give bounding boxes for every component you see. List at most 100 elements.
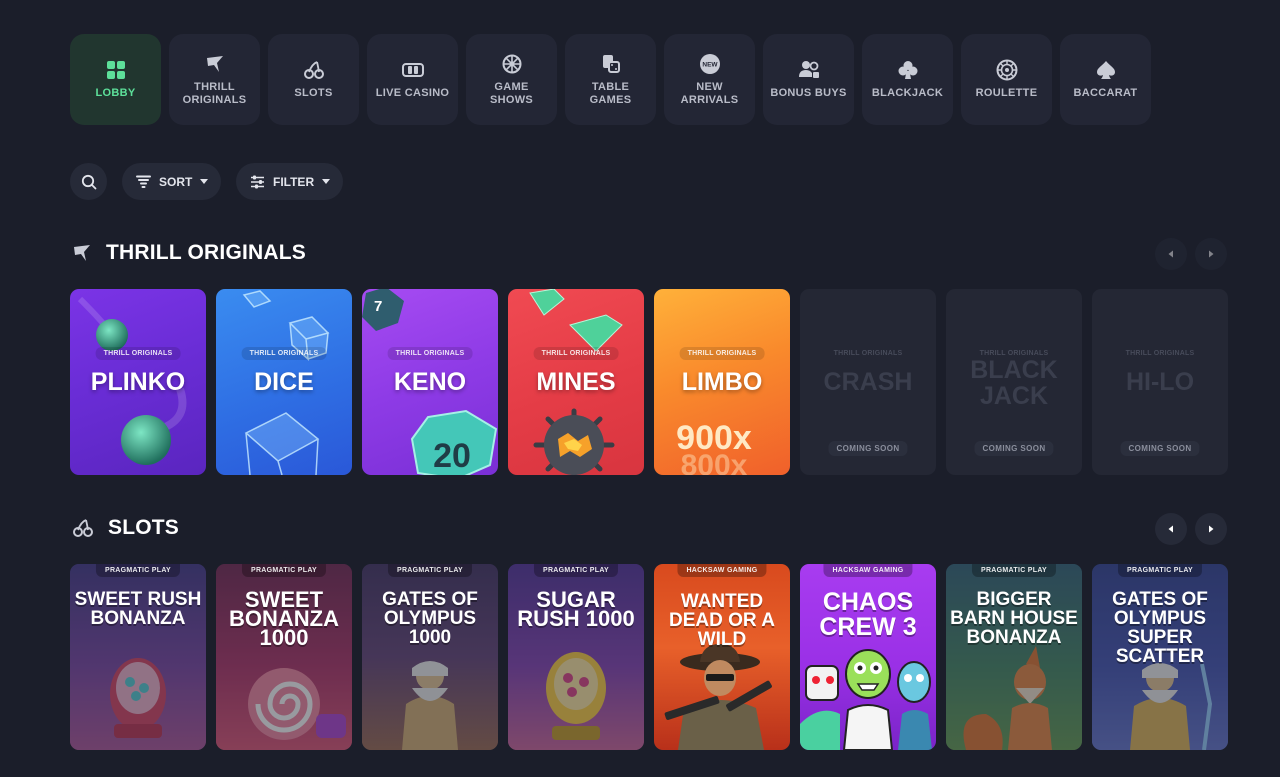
category-label: SLOTS — [294, 87, 333, 99]
category-label: GAME SHOWS — [489, 80, 534, 106]
slot-title: WANTED DEAD OR A WILD — [669, 591, 775, 650]
card-name: DICE — [254, 368, 314, 396]
filter-button[interactable]: FILTER — [236, 163, 343, 200]
search-icon — [81, 174, 97, 190]
carousel-prev-button[interactable] — [1155, 238, 1187, 270]
thrill-logo-icon — [205, 53, 225, 75]
slot-title: SWEET BONANZA 1000 — [229, 587, 339, 650]
game-card-blackjack[interactable]: THRILL ORIGINALS BLACK JACK COMING SOON — [946, 289, 1082, 475]
card-tag: THRILL ORIGINALS — [1125, 350, 1195, 357]
game-card-plinko[interactable]: THRILL ORIGINALS PLINKO — [70, 289, 206, 475]
card-name: MINES — [536, 368, 616, 396]
category-nav: LOBBY THRILL ORIGINALS SLOTS LIVE CASINO… — [70, 34, 1151, 125]
slot-card-sweet-rush-bonanza[interactable]: PRAGMATIC PLAY SWEET RUSH BONANZA — [70, 564, 206, 750]
thrill-originals-header: THRILL ORIGINALS — [72, 241, 306, 265]
card-tag: THRILL ORIGINALS — [95, 347, 181, 360]
category-new-arrivals[interactable]: NEW NEW ARRIVALS — [664, 34, 755, 125]
slot-title: BIGGER BARN HOUSE BONANZA — [950, 589, 1078, 648]
grid-icon — [106, 59, 126, 81]
card-tag: THRILL ORIGINALS — [241, 347, 327, 360]
card-name: KENO — [393, 368, 467, 396]
category-label: LOBBY — [95, 87, 136, 99]
search-button[interactable] — [70, 163, 107, 200]
category-label: BLACKJACK — [871, 87, 944, 99]
new-badge-icon: NEW — [699, 53, 721, 75]
chevron-left-icon — [1168, 250, 1173, 258]
game-card-dice[interactable]: THRILL ORIGINALS DICE — [216, 289, 352, 475]
category-blackjack[interactable]: BLACKJACK — [862, 34, 953, 125]
sort-icon — [136, 175, 151, 188]
chevron-right-icon — [1209, 525, 1214, 533]
bonus-buys-icon — [798, 59, 820, 81]
category-roulette[interactable]: ROULETTE — [961, 34, 1052, 125]
keno-corner-number: 7 — [374, 298, 382, 315]
card-name: BLACK JACK — [970, 356, 1058, 410]
category-lobby[interactable]: LOBBY — [70, 34, 161, 125]
originals-carousel-arrows — [1155, 238, 1227, 270]
new-badge-text: NEW — [702, 61, 718, 68]
slot-title: SUGAR RUSH 1000 — [517, 587, 635, 631]
card-name: CRASH — [823, 368, 913, 396]
coming-soon-badge: COMING SOON — [974, 441, 1054, 456]
slot-card-gates-of-olympus-super-scatter[interactable]: PRAGMATIC PLAY GATES OF OLYMPUS SUPER SC… — [1092, 564, 1228, 750]
card-name: HI-LO — [1125, 368, 1195, 396]
category-baccarat[interactable]: BACCARAT — [1060, 34, 1151, 125]
filter-label: FILTER — [273, 174, 315, 189]
sort-label: SORT — [159, 174, 193, 189]
provider-badge: HACKSAW GAMING — [677, 564, 767, 577]
card-name: PLINKO — [90, 368, 186, 396]
coming-soon-badge: COMING SOON — [828, 441, 908, 456]
category-table-games[interactable]: TABLE GAMES — [565, 34, 656, 125]
provider-badge: PRAGMATIC PLAY — [241, 564, 327, 577]
game-card-crash[interactable]: THRILL ORIGINALS CRASH COMING SOON — [800, 289, 936, 475]
filter-sliders-icon — [250, 175, 265, 189]
carousel-prev-button[interactable] — [1155, 513, 1187, 545]
slot-card-sugar-rush-1000[interactable]: PRAGMATIC PLAY SUGAR RUSH 1000 — [508, 564, 644, 750]
category-label: TABLE GAMES — [589, 80, 632, 106]
game-card-limbo[interactable]: 900x 800x THRILL ORIGINALS LIMBO — [654, 289, 790, 475]
caret-down-icon — [322, 179, 331, 184]
card-tag: THRILL ORIGINALS — [833, 350, 903, 357]
spade-icon — [1096, 59, 1116, 81]
cherries-icon — [72, 518, 94, 538]
slot-card-wanted-dead-or-a-wild[interactable]: HACKSAW GAMING WANTED DEAD OR A WILD — [654, 564, 790, 750]
card-name: LIMBO — [681, 368, 763, 396]
category-bonus-buys[interactable]: BONUS BUYS — [763, 34, 854, 125]
carousel-next-button[interactable] — [1195, 238, 1227, 270]
originals-row: THRILL ORIGINALS PLINKO THRILL ORIGINALS… — [70, 289, 1228, 475]
provider-badge: PRAGMATIC PLAY — [971, 564, 1057, 577]
caret-down-icon — [200, 179, 209, 184]
category-thrill-originals[interactable]: THRILL ORIGINALS — [169, 34, 260, 125]
game-card-mines[interactable]: THRILL ORIGINALS MINES — [508, 289, 644, 475]
slots-header: SLOTS — [72, 516, 179, 540]
game-card-hi-lo[interactable]: THRILL ORIGINALS HI-LO COMING SOON — [1092, 289, 1228, 475]
carousel-next-button[interactable] — [1195, 513, 1227, 545]
game-card-keno[interactable]: 7 20 THRILL ORIGINALS KENO — [362, 289, 498, 475]
chevron-right-icon — [1209, 250, 1214, 258]
category-label: LIVE CASINO — [375, 87, 450, 99]
limbo-multiplier-sub: 800x — [681, 449, 748, 475]
slot-card-chaos-crew-3[interactable]: HACKSAW GAMING CHAOS CREW 3 — [800, 564, 936, 750]
category-game-shows[interactable]: GAME SHOWS — [466, 34, 557, 125]
live-cards-icon — [401, 59, 424, 81]
slot-title: GATES OF OLYMPUS 1000 — [382, 589, 478, 648]
provider-badge: PRAGMATIC PLAY — [95, 564, 181, 577]
category-live-casino[interactable]: LIVE CASINO — [367, 34, 458, 125]
section-title: THRILL ORIGINALS — [106, 241, 306, 264]
coming-soon-badge: COMING SOON — [1120, 441, 1200, 456]
slot-card-bigger-barn-house-bonanza[interactable]: PRAGMATIC PLAY BIGGER BARN HOUSE BONANZA — [946, 564, 1082, 750]
category-label: NEW ARRIVALS — [680, 80, 739, 106]
table-games-icon — [601, 53, 621, 75]
provider-badge: PRAGMATIC PLAY — [387, 564, 473, 577]
card-tag: THRILL ORIGINALS — [533, 347, 619, 360]
sort-button[interactable]: SORT — [122, 163, 221, 200]
category-slots[interactable]: SLOTS — [268, 34, 359, 125]
slots-row: PRAGMATIC PLAY SWEET RUSH BONANZA PRAGMA… — [70, 564, 1228, 750]
card-tag: THRILL ORIGINALS — [387, 347, 473, 360]
chevron-left-icon — [1168, 525, 1173, 533]
category-label: THRILL ORIGINALS — [182, 80, 247, 106]
roulette-icon — [996, 59, 1018, 81]
slot-card-gates-of-olympus-1000[interactable]: PRAGMATIC PLAY GATES OF OLYMPUS 1000 — [362, 564, 498, 750]
slot-card-sweet-bonanza-1000[interactable]: PRAGMATIC PLAY SWEET BONANZA 1000 — [216, 564, 352, 750]
provider-badge: PRAGMATIC PLAY — [1117, 564, 1203, 577]
